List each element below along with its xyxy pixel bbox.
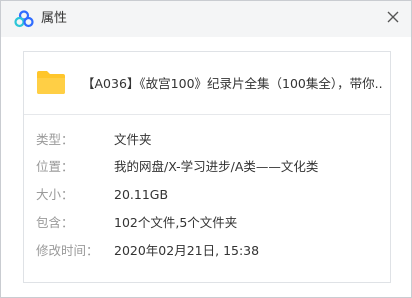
properties-dialog: 属性 【A036】《故宫100》纪录片全集（100集全），带你... 类型： 文… (0, 0, 412, 298)
title-bar: 属性 (1, 1, 411, 37)
baidu-netdisk-cloud-icon (14, 10, 34, 28)
property-label: 包含： (36, 215, 74, 230)
property-label: 修改时间： (36, 243, 99, 258)
property-label: 类型： (36, 132, 74, 147)
property-value: 102个文件,5个文件夹 (114, 215, 238, 230)
property-value: 我的网盘/X-学习进步/A类——文化类 (114, 159, 319, 174)
property-label: 位置： (36, 159, 74, 174)
property-row-contains: 包含： 102个文件,5个文件夹 (36, 215, 376, 231)
property-row-modified: 修改时间： 2020年02月21日, 15:38 (36, 243, 376, 259)
property-value: 2020年02月21日, 15:38 (114, 243, 260, 258)
property-value: 20.11GB (114, 187, 169, 202)
properties-panel: 【A036】《故宫100》纪录片全集（100集全），带你... 类型： 文件夹 … (23, 51, 391, 283)
file-header: 【A036】《故宫100》纪录片全集（100集全），带你... (24, 52, 390, 115)
property-row-location: 位置： 我的网盘/X-学习进步/A类——文化类 (36, 159, 376, 175)
dialog-title: 属性 (41, 11, 68, 26)
property-label: 大小： (36, 187, 74, 202)
file-name: 【A036】《故宫100》纪录片全集（100集全），带你... (82, 76, 382, 91)
property-value: 文件夹 (114, 132, 152, 147)
folder-icon (37, 71, 65, 94)
property-row-type: 类型： 文件夹 (36, 132, 376, 148)
close-icon[interactable] (385, 9, 401, 25)
property-row-size: 大小： 20.11GB (36, 187, 376, 203)
